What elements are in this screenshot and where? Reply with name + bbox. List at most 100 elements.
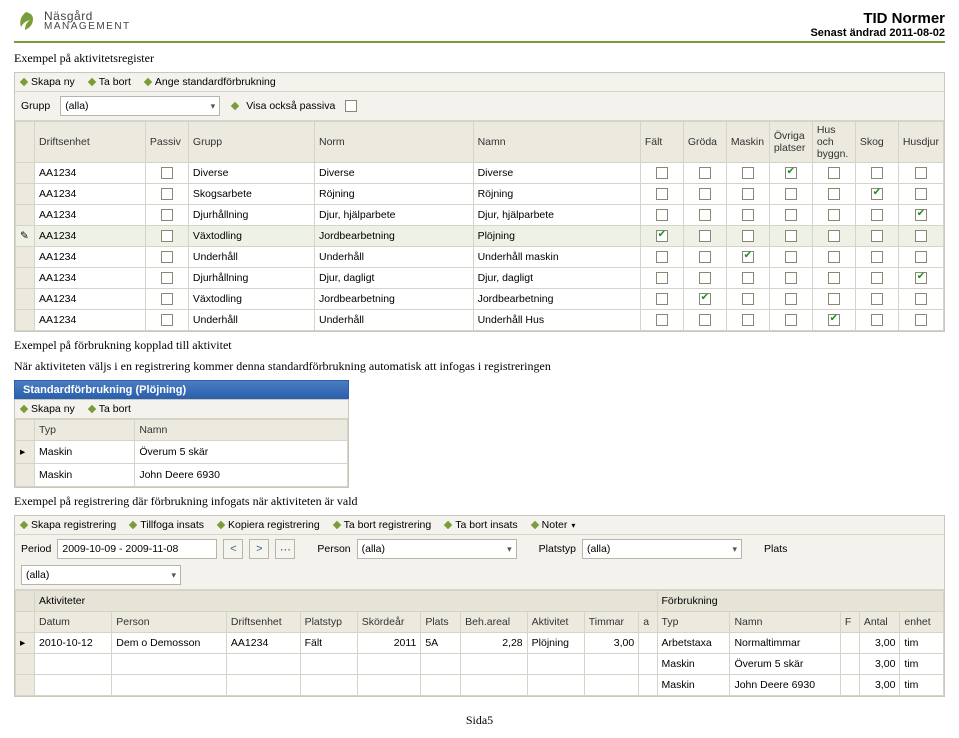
flag-checkbox[interactable] xyxy=(828,167,840,179)
col-header[interactable]: Antal xyxy=(859,612,900,633)
delete-button[interactable]: Ta bort xyxy=(89,76,131,88)
flag-checkbox[interactable] xyxy=(742,209,754,221)
del-reg-button[interactable]: Ta bort registrering xyxy=(334,519,432,531)
table-row[interactable]: MaskinJohn Deere 6930 3,00tim xyxy=(16,675,944,696)
flag-checkbox[interactable] xyxy=(915,251,927,263)
table-row[interactable]: AA1234SkogsarbeteRöjningRöjning xyxy=(16,184,944,205)
flag-checkbox[interactable] xyxy=(871,209,883,221)
flag-checkbox[interactable] xyxy=(828,293,840,305)
flag-checkbox[interactable] xyxy=(785,251,797,263)
flag-checkbox[interactable] xyxy=(871,293,883,305)
flag-checkbox[interactable] xyxy=(785,293,797,305)
col-header[interactable]: Övriga platser xyxy=(769,122,812,163)
flag-checkbox[interactable] xyxy=(742,293,754,305)
col-header[interactable]: Fält xyxy=(640,122,683,163)
col-header[interactable]: Husdjur xyxy=(898,122,943,163)
col-header[interactable]: Passiv xyxy=(145,122,188,163)
person-select[interactable]: (alla)▾ xyxy=(357,539,517,559)
table-row[interactable]: MaskinJohn Deere 6930 xyxy=(16,464,348,487)
col-header[interactable]: Timmar xyxy=(584,612,638,633)
col-header[interactable]: F xyxy=(840,612,859,633)
col-header[interactable]: Person xyxy=(112,612,227,633)
flag-checkbox[interactable] xyxy=(742,188,754,200)
table-row[interactable]: AA1234UnderhållUnderhållUnderhåll Hus xyxy=(16,310,944,331)
copy-reg-button[interactable]: Kopiera registrering xyxy=(218,519,320,531)
col-header[interactable]: a xyxy=(639,612,657,633)
flag-checkbox[interactable] xyxy=(656,272,668,284)
plats-select[interactable]: (alla)▾ xyxy=(21,565,181,585)
table-row[interactable]: ▸MaskinÖverum 5 skär xyxy=(16,441,348,464)
flag-checkbox[interactable] xyxy=(656,251,668,263)
delete-button[interactable]: Ta bort xyxy=(89,403,131,415)
flag-checkbox[interactable] xyxy=(785,314,797,326)
flag-checkbox[interactable] xyxy=(656,314,668,326)
col-header[interactable]: Skördeår xyxy=(357,612,421,633)
create-new-button[interactable]: Skapa ny xyxy=(21,403,75,415)
table-row[interactable]: ▸ 2010-10-12 Dem o Demosson AA1234 Fält … xyxy=(16,633,944,654)
table-row[interactable]: AA1234DjurhållningDjur, hjälparbeteDjur,… xyxy=(16,205,944,226)
flag-checkbox[interactable] xyxy=(828,251,840,263)
table-row[interactable]: AA1234VäxtodlingJordbearbetningJordbearb… xyxy=(16,289,944,310)
table-row[interactable]: MaskinÖverum 5 skär 3,00tim xyxy=(16,654,944,675)
flag-checkbox[interactable] xyxy=(915,188,927,200)
flag-checkbox[interactable] xyxy=(699,209,711,221)
flag-checkbox[interactable] xyxy=(742,272,754,284)
col-header[interactable]: Typ xyxy=(657,612,730,633)
col-header[interactable]: Norm xyxy=(315,122,474,163)
col-header[interactable]: Namn xyxy=(473,122,640,163)
flag-checkbox[interactable] xyxy=(915,230,927,242)
flag-checkbox[interactable] xyxy=(656,293,668,305)
passive-checkbox[interactable] xyxy=(161,251,173,263)
flag-checkbox[interactable] xyxy=(699,293,711,305)
flag-checkbox[interactable] xyxy=(871,314,883,326)
flag-checkbox[interactable] xyxy=(699,230,711,242)
table-row[interactable]: ✎AA1234VäxtodlingJordbearbetningPlöjning xyxy=(16,226,944,247)
create-reg-button[interactable]: Skapa registrering xyxy=(21,519,116,531)
flag-checkbox[interactable] xyxy=(699,314,711,326)
flag-checkbox[interactable] xyxy=(785,188,797,200)
flag-checkbox[interactable] xyxy=(699,167,711,179)
col-header[interactable]: Grupp xyxy=(188,122,314,163)
flag-checkbox[interactable] xyxy=(699,251,711,263)
flag-checkbox[interactable] xyxy=(656,209,668,221)
table-row[interactable]: AA1234DiverseDiverseDiverse xyxy=(16,163,944,184)
add-input-button[interactable]: Tillfoga insats xyxy=(130,519,204,531)
notes-button[interactable]: Noter ▾ xyxy=(532,519,576,531)
col-header[interactable]: Aktivitet xyxy=(527,612,584,633)
flag-checkbox[interactable] xyxy=(785,230,797,242)
flag-checkbox[interactable] xyxy=(915,314,927,326)
flag-checkbox[interactable] xyxy=(742,251,754,263)
col-header[interactable]: Typ xyxy=(35,420,135,441)
platstyp-select[interactable]: (alla)▾ xyxy=(582,539,742,559)
flag-checkbox[interactable] xyxy=(742,314,754,326)
col-header[interactable]: enhet xyxy=(900,612,944,633)
col-header[interactable]: Skog xyxy=(855,122,898,163)
col-header[interactable]: Platstyp xyxy=(300,612,357,633)
col-header[interactable]: Driftsenhet xyxy=(35,122,146,163)
table-row[interactable]: AA1234DjurhållningDjur, dagligtDjur, dag… xyxy=(16,268,944,289)
col-header[interactable]: Hus och byggn. xyxy=(812,122,855,163)
create-new-button[interactable]: Skapa ny xyxy=(21,76,75,88)
flag-checkbox[interactable] xyxy=(915,209,927,221)
flag-checkbox[interactable] xyxy=(656,167,668,179)
flag-checkbox[interactable] xyxy=(871,167,883,179)
set-standard-button[interactable]: Ange standardförbrukning xyxy=(145,76,276,88)
flag-checkbox[interactable] xyxy=(656,230,668,242)
passive-checkbox[interactable] xyxy=(161,314,173,326)
col-header[interactable]: Gröda xyxy=(683,122,726,163)
passive-checkbox[interactable] xyxy=(161,188,173,200)
passive-checkbox[interactable] xyxy=(161,209,173,221)
group-select[interactable]: (alla)▾ xyxy=(60,96,220,116)
col-header[interactable]: Plats xyxy=(421,612,461,633)
flag-checkbox[interactable] xyxy=(871,272,883,284)
period-ellipsis-button[interactable]: ⋯ xyxy=(275,539,295,559)
flag-checkbox[interactable] xyxy=(656,188,668,200)
passive-checkbox[interactable] xyxy=(161,230,173,242)
flag-checkbox[interactable] xyxy=(828,314,840,326)
col-header[interactable]: Maskin xyxy=(726,122,769,163)
col-header[interactable]: Beh.areal xyxy=(461,612,527,633)
flag-checkbox[interactable] xyxy=(828,230,840,242)
del-input-button[interactable]: Ta bort insats xyxy=(445,519,517,531)
passive-checkbox[interactable] xyxy=(161,293,173,305)
flag-checkbox[interactable] xyxy=(828,272,840,284)
